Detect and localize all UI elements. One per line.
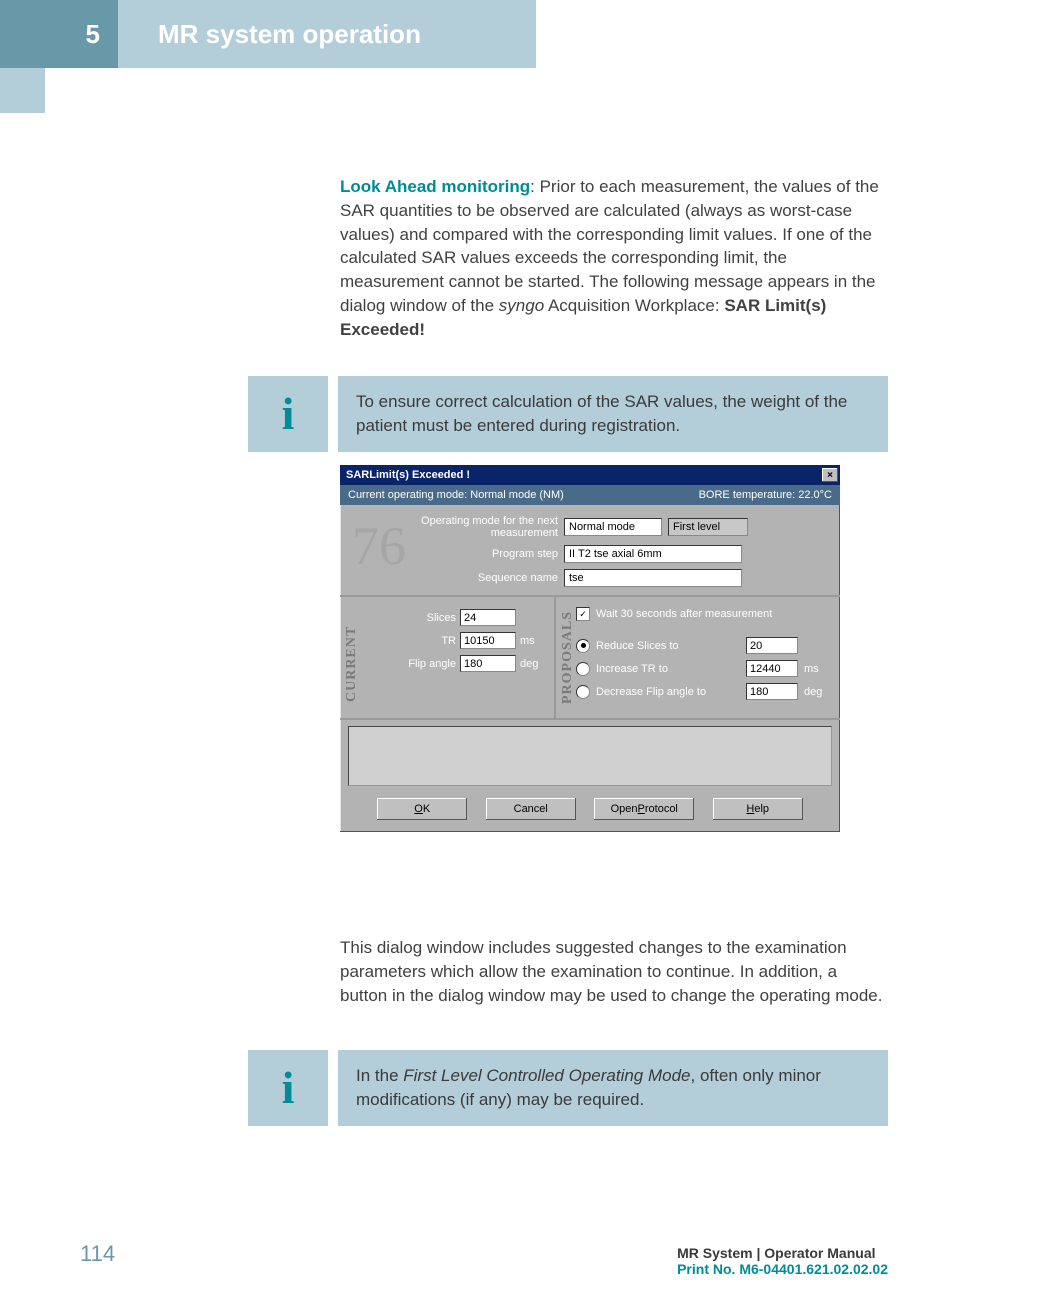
dialog-titlebar: SARLimit(s) Exceeded ! × [340,465,840,485]
reduce-row[interactable]: Reduce Slices to 20 [576,637,828,654]
dialog-status-bar: Current operating mode: Normal mode (NM)… [340,485,840,505]
slices-row: Slices 24 [360,609,544,626]
flip-row: Flip angle 180 deg [360,655,544,672]
status-left: Current operating mode: Normal mode (NM) [348,489,564,501]
program-step-row: Program step II T2 tse axial 6mm [408,545,828,563]
body-paragraph-1: Look Ahead monitoring: Prior to each mea… [340,175,885,342]
current-heading: CURRENT [344,609,360,706]
decrease-unit: deg [804,686,828,698]
current-panel: CURRENT Slices 24 TR 10150 ms Flip angle… [340,597,556,718]
proposals-panel: PROPOSALS ✓ Wait 30 seconds after measur… [556,597,840,718]
tr-row: TR 10150 ms [360,632,544,649]
lead-in-rest: : Prior to each measurement, the values … [340,177,879,315]
cancel-button[interactable]: Cancel [486,798,576,820]
tr-field[interactable]: 10150 [460,632,516,649]
lead-in: Look Ahead monitoring [340,177,530,196]
op-mode-row: Operating mode for the next measurement … [408,515,828,539]
flip-field[interactable]: 180 [460,655,516,672]
info2-pre: In the [356,1066,403,1085]
dialog-button-row: OOKK Cancel Open ProtocolOpen Protocol H… [340,792,840,832]
dialog-message-area [348,726,832,786]
sequence-name-label: Sequence name [408,572,558,584]
chapter-title: MR system operation [118,0,536,68]
decrease-radio[interactable] [576,685,590,699]
wait-row[interactable]: ✓ Wait 30 seconds after measurement [576,607,828,621]
decrease-row[interactable]: Decrease Flip angle to 180 deg [576,683,828,700]
info-icon: i [248,376,328,452]
decrease-field[interactable]: 180 [746,683,798,700]
dialog-upper: 76 Operating mode for the next measureme… [340,505,840,595]
sar-dialog: SARLimit(s) Exceeded ! × Current operati… [340,465,840,832]
tr-label: TR [360,635,456,647]
dialog-title-text: SARLimit(s) Exceeded ! [346,469,470,481]
op-mode-label: Operating mode for the next measurement [408,515,558,539]
sequence-name-row: Sequence name tse [408,569,828,587]
close-icon[interactable]: × [822,468,838,482]
wait-label: Wait 30 seconds after measurement [596,608,772,620]
reduce-label: Reduce Slices to [596,640,679,652]
slices-label: Slices [360,612,456,624]
ok-button[interactable]: OOKK [377,798,467,820]
chapter-number: 5 [0,0,118,68]
status-right: BORE temperature: 22.0°C [699,489,832,501]
side-tab [0,68,45,113]
flip-unit: deg [520,658,544,670]
footer-manual-title: MR System | Operator Manual [677,1245,888,1261]
increase-row[interactable]: Increase TR to 12440 ms [576,660,828,677]
op-first-button[interactable]: First level [668,518,748,536]
reduce-field[interactable]: 20 [746,637,798,654]
dialog-middle: CURRENT Slices 24 TR 10150 ms Flip angle… [340,595,840,720]
increase-label: Increase TR to [596,663,668,675]
program-step-label: Program step [408,548,558,560]
increase-radio[interactable] [576,662,590,676]
help-button[interactable]: HelpHelp [713,798,803,820]
open-protocol-button[interactable]: Open ProtocolOpen Protocol [594,798,694,820]
ghost-number: 76 [352,515,400,587]
info-text: To ensure correct calculation of the SAR… [338,376,888,452]
info-note-2: i In the First Level Controlled Operatin… [248,1050,888,1126]
slices-field[interactable]: 24 [460,609,516,626]
footer-print-no: Print No. M6-04401.621.02.02.02 [677,1261,888,1277]
info-text: In the First Level Controlled Operating … [338,1050,888,1126]
info-icon: i [248,1050,328,1126]
after-syngo: Acquisition Workplace: [544,296,724,315]
sequence-name-field[interactable]: tse [564,569,742,587]
body-paragraph-2: This dialog window includes suggested ch… [340,936,885,1007]
chapter-header: 5 MR system operation [0,0,536,68]
flip-label: Flip angle [360,658,456,670]
syngo-word: syngo [499,296,544,315]
op-normal-button[interactable]: Normal mode [564,518,662,536]
page-number: 114 [80,1241,115,1267]
tr-unit: ms [520,635,544,647]
info2-italic: First Level Controlled Operating Mode [403,1066,690,1085]
reduce-radio[interactable] [576,639,590,653]
info-note-1: i To ensure correct calculation of the S… [248,376,888,452]
increase-unit: ms [804,663,828,675]
wait-checkbox[interactable]: ✓ [576,607,590,621]
footer-right: MR System | Operator Manual Print No. M6… [677,1245,888,1277]
program-step-field[interactable]: II T2 tse axial 6mm [564,545,742,563]
proposals-heading: PROPOSALS [560,607,576,708]
decrease-label: Decrease Flip angle to [596,686,706,698]
increase-field[interactable]: 12440 [746,660,798,677]
